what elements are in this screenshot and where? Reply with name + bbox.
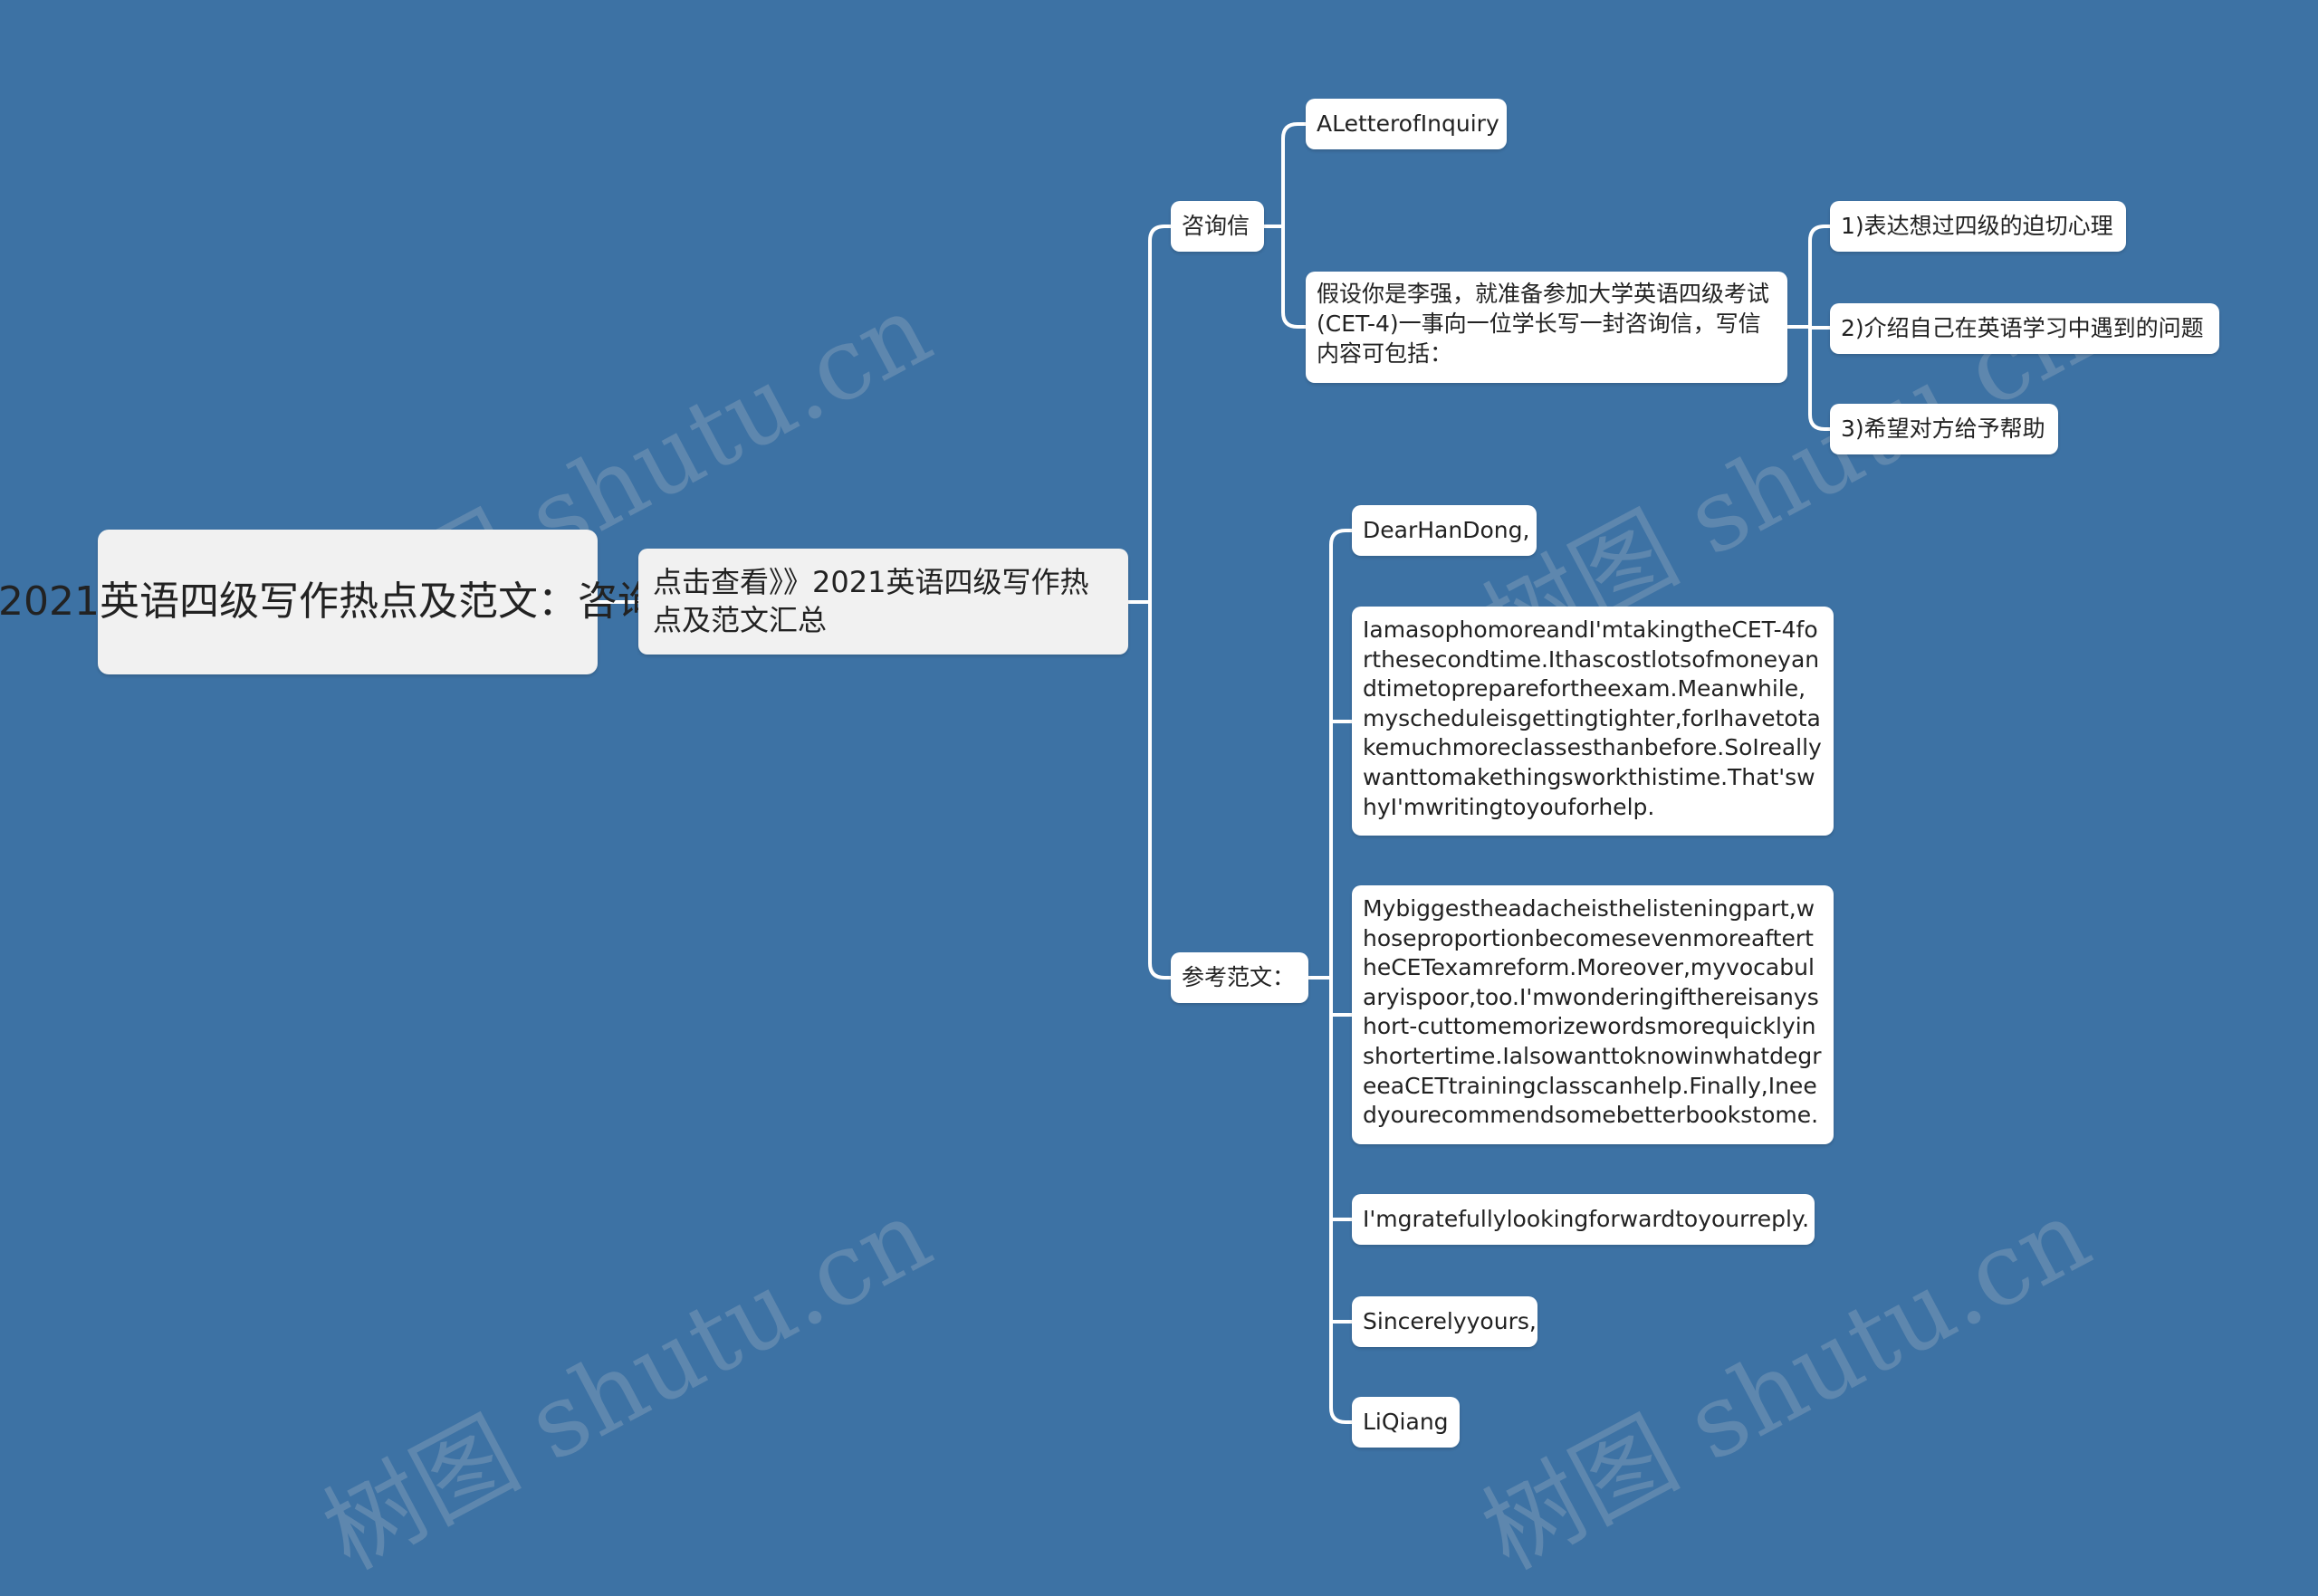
node-closing-line[interactable]: I'mgratefullylookingforwardtoyourreply. — [1352, 1194, 1815, 1245]
node-label: ALetterofInquiry — [1317, 110, 1499, 137]
node-label: 假设你是李强，就准备参加大学英语四级考试(CET-4)一事向一位学长写一封咨询信… — [1317, 281, 1770, 367]
level1-label: 点击查看》》2021英语四级写作热点及范文汇总 — [653, 565, 1089, 637]
branch-sample-essay[interactable]: 参考范文： — [1171, 952, 1308, 1003]
trunk-inquiry — [1281, 122, 1306, 329]
branch-label: 参考范文： — [1182, 964, 1296, 990]
level1-node[interactable]: 点击查看》》2021英语四级写作热点及范文汇总 — [638, 549, 1128, 655]
node-signature[interactable]: LiQiang — [1352, 1397, 1460, 1448]
node-prompt-item-3[interactable]: 3)希望对方给予帮助 — [1830, 404, 2058, 454]
root-label: 2021英语四级写作热点及范文：咨询信 — [0, 578, 697, 625]
node-paragraph-2[interactable]: Mybiggestheadacheisthelisteningpart,whos… — [1352, 885, 1834, 1144]
node-writing-prompt[interactable]: 假设你是李强，就准备参加大学英语四级考试(CET-4)一事向一位学长写一封咨询信… — [1306, 272, 1787, 383]
branch-label: 咨询信 — [1182, 213, 1250, 239]
node-label: 3)希望对方给予帮助 — [1841, 416, 2045, 442]
trunk-sample — [1329, 529, 1352, 1424]
node-paragraph-1[interactable]: IamasophomoreandI'mtakingtheCET-4forthes… — [1352, 607, 1834, 836]
root-node[interactable]: 2021英语四级写作热点及范文：咨询信 — [0, 530, 697, 674]
node-salutation[interactable]: DearHanDong, — [1352, 505, 1537, 556]
node-label: Sincerelyyours, — [1363, 1308, 1537, 1334]
node-label: IamasophomoreandI'mtakingtheCET-4forthes… — [1363, 616, 1822, 820]
node-prompt-item-1[interactable]: 1)表达想过四级的迫切心理 — [1830, 201, 2126, 252]
node-label: I'mgratefullylookingforwardtoyourreply. — [1363, 1206, 1810, 1232]
node-letter-title[interactable]: ALetterofInquiry — [1306, 99, 1507, 149]
node-label: Mybiggestheadacheisthelisteningpart,whos… — [1363, 895, 1822, 1129]
node-label: DearHanDong, — [1363, 517, 1530, 543]
node-label: 1)表达想过四级的迫切心理 — [1841, 213, 2113, 239]
node-label: 2)介绍自己在英语学习中遇到的问题 — [1841, 315, 2204, 341]
trunk-main — [1148, 225, 1171, 980]
node-prompt-item-2[interactable]: 2)介绍自己在英语学习中遇到的问题 — [1830, 303, 2219, 354]
node-sign-off[interactable]: Sincerelyyours, — [1352, 1296, 1537, 1347]
node-label: LiQiang — [1363, 1409, 1449, 1435]
branch-inquiry-letter[interactable]: 咨询信 — [1171, 201, 1264, 252]
